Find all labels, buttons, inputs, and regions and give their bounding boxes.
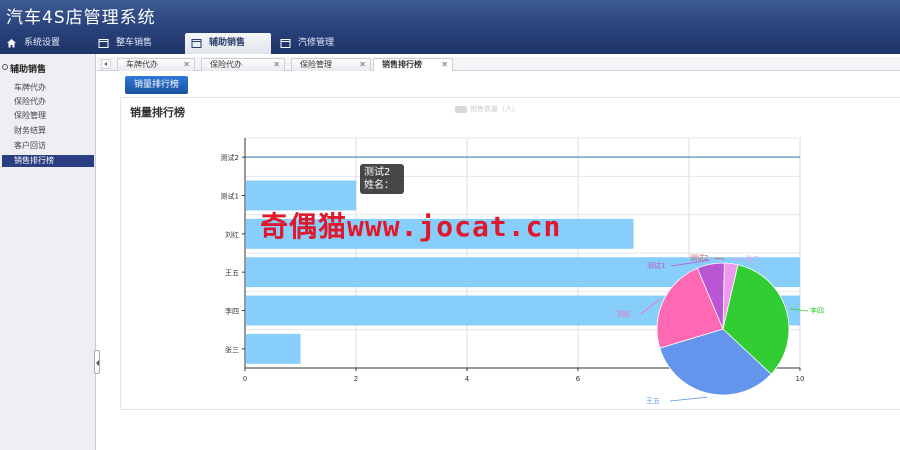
y-tick-label: 刘红 xyxy=(225,230,239,239)
tooltip-value-label: 姓名： xyxy=(364,180,394,191)
tooltip-series: 测试2 xyxy=(364,167,391,178)
y-tick-label: 王五 xyxy=(225,269,239,277)
pie-leader-line xyxy=(669,396,708,402)
pie-label: 张三 xyxy=(745,254,759,263)
x-tick-label: 6 xyxy=(576,375,581,383)
x-tick-label: 10 xyxy=(796,375,805,383)
pie-label: 王五 xyxy=(646,397,660,405)
y-tick-label: 测试2 xyxy=(221,153,239,162)
pie-label: 李四 xyxy=(810,306,824,315)
bar xyxy=(246,333,301,364)
pie-leader-line xyxy=(731,258,744,260)
chart-tooltip: 测试2 姓名： 0 xyxy=(360,164,404,204)
tooltip-value-line: 姓名： 0 xyxy=(364,179,400,205)
pie-label: 刘红 xyxy=(617,309,631,318)
watermark: 奇偶猫www.jocat.cn xyxy=(260,205,561,245)
y-tick-label: 张三 xyxy=(225,345,239,354)
tooltip-value: 0 xyxy=(364,193,371,204)
pie-label: 测试1 xyxy=(647,261,665,270)
x-tick-label: 0 xyxy=(243,375,247,383)
y-tick-label: 测试1 xyxy=(221,192,239,201)
x-tick-label: 2 xyxy=(354,375,358,383)
watermark-cn: 奇偶猫 xyxy=(260,210,348,243)
y-tick-label: 李四 xyxy=(225,307,239,316)
watermark-url: www.jocat.cn xyxy=(347,210,562,243)
x-tick-label: 4 xyxy=(465,375,470,383)
pie-label: 测试2 xyxy=(690,253,708,262)
